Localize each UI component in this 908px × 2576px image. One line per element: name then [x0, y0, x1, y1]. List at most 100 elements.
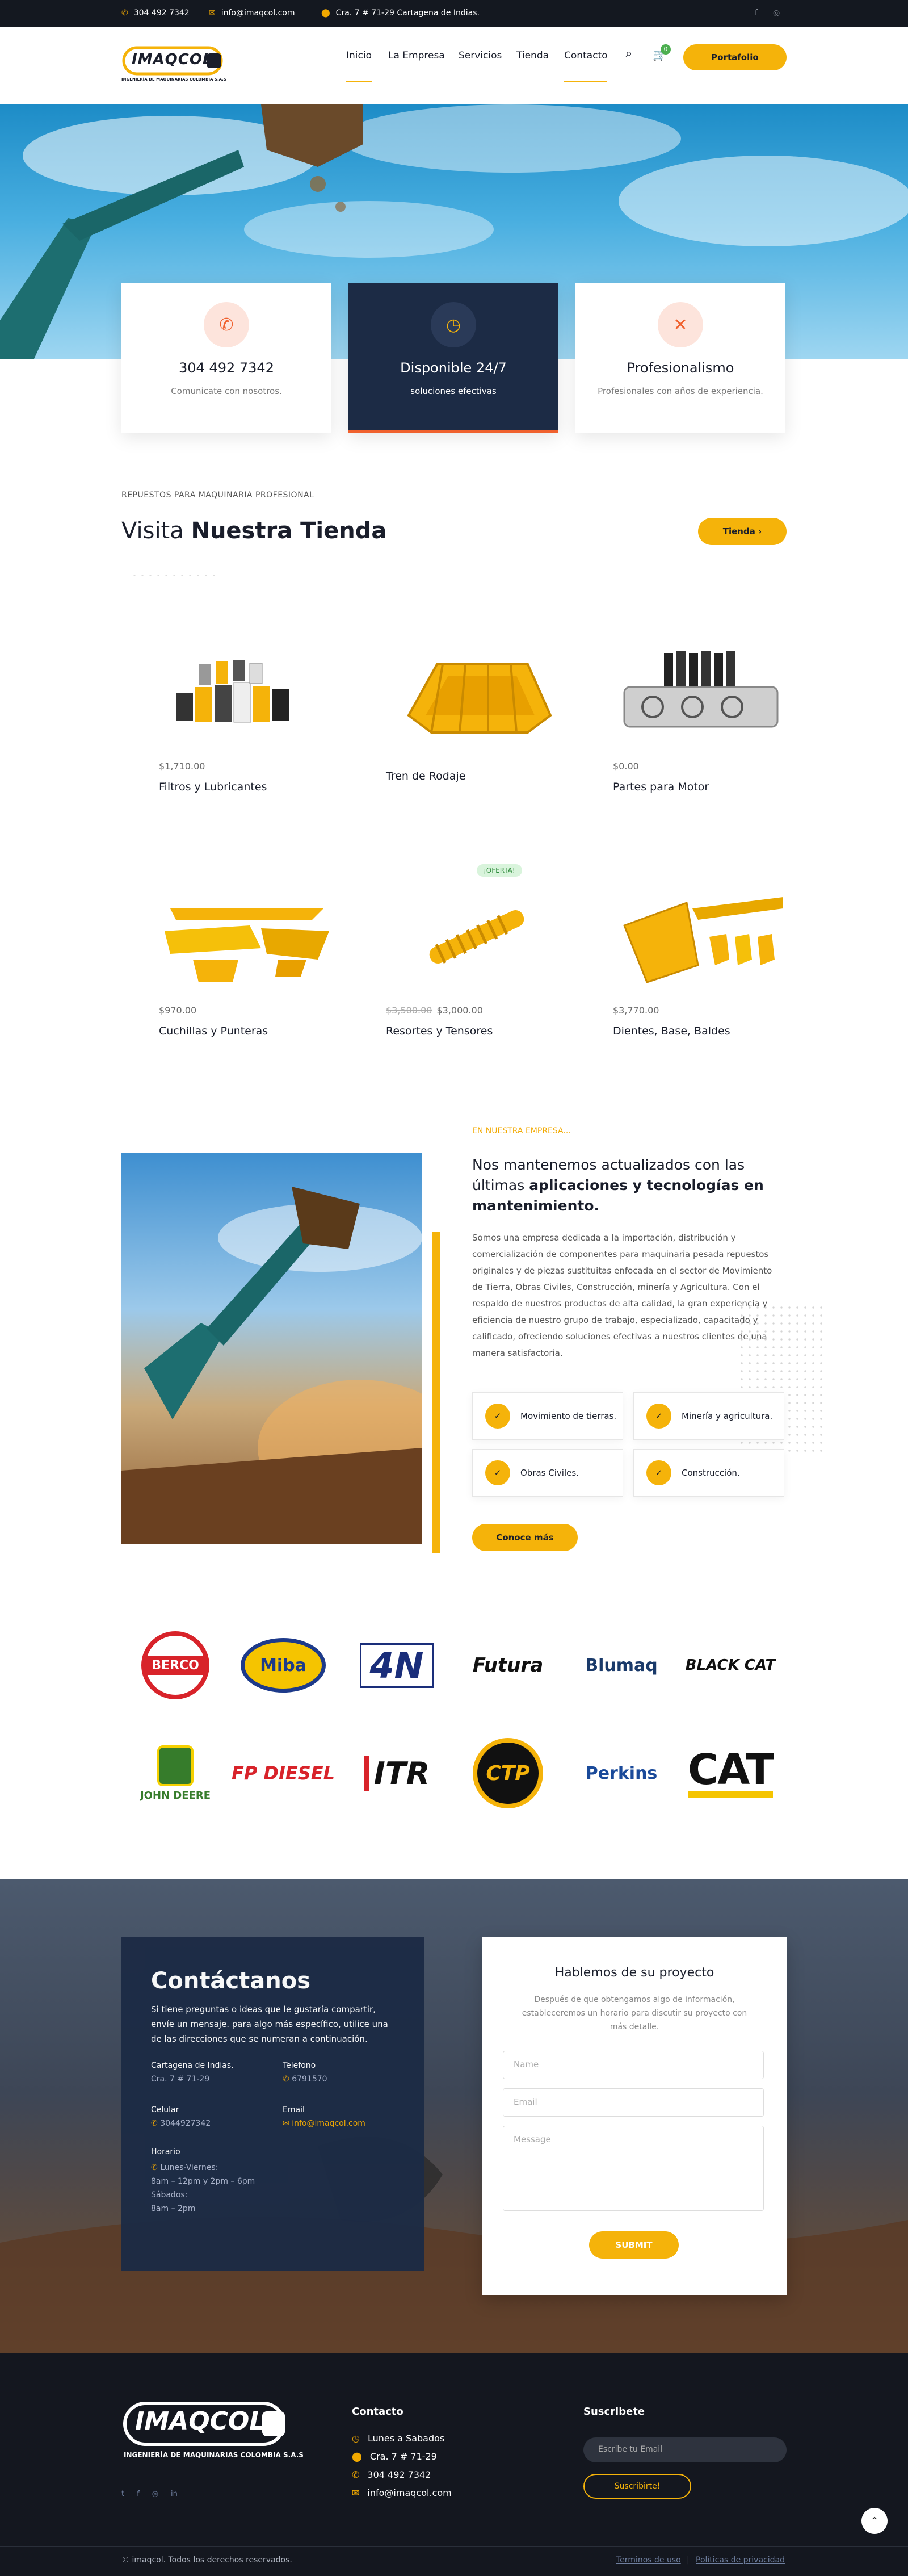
privacy-link[interactable]: Políticas de privacidad [696, 2556, 785, 2565]
contact-mobile[interactable]: ✆ 3044927342 [151, 2119, 211, 2128]
site-header: IMAQCOL INGENIERÍA DE MAQUINARIAS COLOMB… [0, 27, 908, 104]
instagram-icon[interactable]: ◎ [152, 2490, 158, 2498]
product-price: $3,770.00 [613, 1005, 659, 1016]
email-input[interactable]: Email [503, 2088, 764, 2117]
brand-logo-john-deere: JOHN DEERE [121, 1736, 229, 1810]
phone-icon: ✆ [352, 2469, 360, 2480]
topbar-email[interactable]: ✉ info@imaqcol.com [209, 9, 295, 18]
nav-tienda[interactable]: Tienda [516, 50, 549, 61]
brand-logo-fp-diesel: FP DIESEL [231, 1762, 335, 1784]
product-card[interactable]: $970.00 Cuchillas y Punteras [159, 874, 340, 1037]
form-title: Hablemos de su proyecto [554, 1966, 714, 1980]
brand-logo-ctp: CTP [454, 1736, 562, 1810]
nav-la-empresa[interactable]: La Empresa [388, 50, 445, 61]
name-input[interactable]: Name [503, 2051, 764, 2079]
conoce-mas-button[interactable]: Conoce más [472, 1524, 578, 1551]
nav-servicios[interactable]: Servicios [459, 50, 502, 61]
about-eyebrow: EN NUESTRA EMPRESA... [472, 1126, 571, 1136]
product-card[interactable]: $3,770.00 Dientes, Base, Baldes [613, 874, 794, 1037]
mail-icon: ✉ [283, 2119, 292, 2128]
product-name[interactable]: Filtros y Lubricantes [159, 781, 340, 793]
message-textarea[interactable]: Message [503, 2126, 764, 2211]
feature-construction: ✓ Construcción. [633, 1449, 784, 1497]
portafolio-button[interactable]: Portafolio [683, 44, 787, 70]
location-icon: ⬤ [321, 9, 330, 18]
phone-icon: ✆ [283, 2075, 292, 2084]
info-card-phone: ✆ 304 492 7342 Comunicate con nosotros. [121, 283, 331, 433]
linkedin-icon[interactable]: in [171, 2490, 178, 2498]
mail-icon: ✉ [352, 2487, 360, 2498]
product-price: $0.00 [613, 761, 639, 772]
product-price: $1,710.00 [159, 761, 205, 772]
product-image-springs[interactable] [386, 874, 568, 1005]
nav-active-indicator [346, 81, 372, 82]
footer-logo[interactable]: IMAQCOL INGENIERÍA DE MAQUINARIAS COLOMB… [121, 2399, 304, 2461]
phone-icon: ✆ [121, 9, 128, 18]
site-footer: IMAQCOL INGENIERÍA DE MAQUINARIAS COLOMB… [0, 2353, 908, 2576]
brand-logo-perkins: Perkins [585, 1763, 658, 1783]
location-icon: ⬤ [352, 2451, 362, 2462]
scroll-top-icon[interactable]: ⌃ [861, 2508, 888, 2534]
product-name[interactable]: Partes para Motor [613, 781, 794, 793]
footer-social: t f ◎ in [121, 2490, 178, 2498]
topbar-phone[interactable]: ✆ 304 492 7342 [121, 9, 190, 18]
clock-icon: ◷ [431, 302, 476, 347]
product-name[interactable]: Resortes y Tensores [386, 1025, 568, 1037]
tienda-button[interactable]: Tienda › [698, 518, 787, 545]
check-icon: ✓ [485, 1404, 510, 1429]
nav-hover-indicator [564, 81, 607, 82]
twitter-icon[interactable]: t [121, 2490, 124, 2498]
subscribe-email-input[interactable]: Escribe tu Email [583, 2437, 787, 2462]
phone-icon: ✆ [151, 2163, 161, 2172]
check-icon: ✓ [485, 1460, 510, 1485]
top-bar: ✆ 304 492 7342 ✉ info@imaqcol.com ⬤ Cra. 7 … [0, 0, 908, 27]
contact-phone[interactable]: ✆ 6791570 [283, 2075, 327, 2084]
product-image-track[interactable] [386, 630, 568, 761]
product-image-engine-parts[interactable] [613, 630, 794, 761]
brand-logo-black-cat: BLACK CAT [685, 1657, 776, 1674]
phone-icon: ✆ [204, 302, 249, 347]
footer-email-link[interactable]: ✉ info@imaqcol.com [352, 2487, 452, 2498]
product-name[interactable]: Tren de Rodaje [386, 770, 568, 782]
product-card[interactable]: $0.00 Partes para Motor [613, 630, 794, 793]
contact-email[interactable]: ✉ info@imaqcol.com [283, 2119, 365, 2128]
facebook-icon[interactable]: f [755, 9, 758, 18]
brand-logo-miba: Miba [229, 1628, 337, 1702]
product-card[interactable]: $1,710.00 Filtros y Lubricantes [159, 630, 340, 793]
product-image-blades[interactable] [159, 874, 340, 1005]
product-card[interactable]: ¡OFERTA! $3,500.00 $3,000.00 Resortes y T… [386, 864, 568, 1037]
brand-logo-itr: ITR [343, 1736, 451, 1810]
submit-button[interactable]: SUBMIT [589, 2231, 679, 2259]
nav-inicio[interactable]: Inicio [346, 50, 372, 61]
decor-dots [131, 573, 216, 577]
instagram-icon[interactable]: ◎ [773, 9, 780, 18]
shop-title: Visita Nuestra Tienda [121, 518, 387, 544]
logo[interactable]: IMAQCOL INGENIERÍA DE MAQUINARIAS COLOMB… [121, 44, 227, 89]
clock-icon: ◷ [352, 2433, 360, 2444]
contact-title: Contáctanos [151, 1968, 311, 1994]
product-card[interactable]: Tren de Rodaje [386, 630, 568, 782]
product-image-filters[interactable] [159, 630, 340, 761]
facebook-icon[interactable]: f [137, 2490, 140, 2498]
info-card-available: ◷ Disponible 24/7 soluciones efectivas [348, 283, 558, 433]
about-image [121, 1153, 422, 1544]
info-card-professional: ✕ Profesionalismo Profesionales con años… [575, 283, 785, 433]
product-name[interactable]: Dientes, Base, Baldes [613, 1025, 794, 1037]
nav-contacto[interactable]: Contacto [564, 50, 608, 61]
shop-eyebrow: REPUESTOS PARA MAQUINARIA PROFESIONAL [121, 491, 314, 500]
form-text: Después de que obtengamos algo de inform… [522, 1995, 747, 2032]
feature-earthmoving: ✓ Movimiento de tierras. [472, 1392, 623, 1440]
mail-icon: ✉ [209, 9, 216, 18]
brand-logo-futura: Futura [472, 1654, 544, 1677]
product-name[interactable]: Cuchillas y Punteras [159, 1025, 340, 1037]
product-image-bucket-teeth[interactable] [613, 874, 794, 1005]
logo-tagline: INGENIERÍA DE MAQUINARIAS COLOMBIA S.A.S [121, 77, 226, 82]
contact-hours: ✆ Lunes-Viernes: 8am – 12pm y 2pm – 6pm … [151, 2163, 255, 2213]
search-icon[interactable]: ⌕ [625, 47, 632, 61]
logo-text: IMAQCOL [135, 2407, 266, 2436]
terms-link[interactable]: Terminos de uso [616, 2556, 681, 2565]
brand-logo-cat: CAT [676, 1736, 784, 1810]
subscribe-button[interactable]: Suscribirte! [583, 2474, 691, 2499]
contact-intro: Si tiene preguntas o ideas que le gustar… [151, 2004, 388, 2044]
about-image-accent [432, 1232, 440, 1553]
